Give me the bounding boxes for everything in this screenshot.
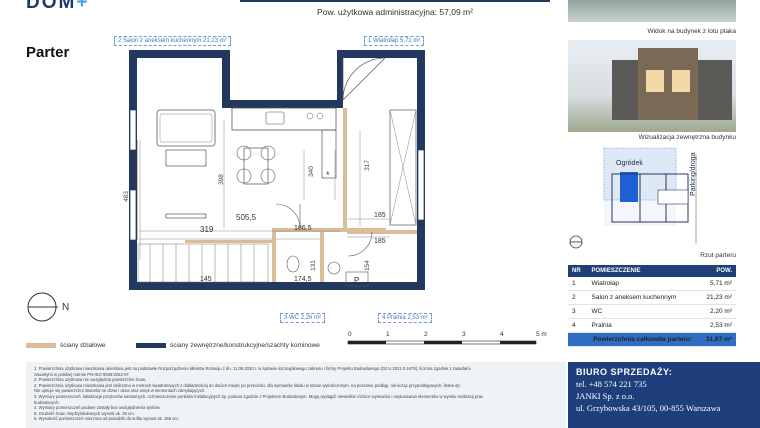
rooms-header-nr: NR bbox=[568, 265, 588, 277]
room-area: 21,23 m² bbox=[696, 290, 736, 305]
table-row: 3 WC 2,20 m² bbox=[568, 304, 736, 319]
room-name: WC bbox=[587, 304, 697, 319]
external-visualization-caption: Wizualizacja zewnętrzna budynku bbox=[638, 134, 736, 141]
legend-external-label: ściany zewnętrzne/konstrukcyjne/szachty … bbox=[170, 342, 320, 349]
birds-eye-caption: Widok na budynek z lotu ptaka bbox=[647, 28, 736, 35]
legend-swatch-external bbox=[136, 343, 166, 348]
sales-phone: tel. +48 574 221 735 bbox=[576, 379, 647, 389]
sales-office-panel: BIURO SPRZEDAŻY: tel. +48 574 221 735 JA… bbox=[568, 362, 760, 428]
scale-tick-2: 2 bbox=[424, 331, 428, 338]
room-label-wiatrolap: 1 Wiatrołap 5,71 m² bbox=[364, 36, 425, 46]
scale-tick-4: 4 bbox=[500, 331, 504, 338]
sales-title: BIURO SPRZEDAŻY: bbox=[576, 367, 673, 377]
sales-company: JANKI Sp. z o.o. bbox=[576, 391, 635, 401]
scale-tick-3: 3 bbox=[462, 331, 466, 338]
note-line: 6. Wysokość pomieszczeń mierzona od posa… bbox=[34, 416, 179, 422]
room-name: Wiatrołap bbox=[587, 277, 697, 291]
dimension-131: 131 bbox=[309, 260, 317, 271]
room-label-salon: 2 Salon z aneksem kuchennym 21,23 m² bbox=[114, 36, 231, 46]
dimension-174-5: 174,5 bbox=[294, 276, 312, 283]
dimension-154: 154 bbox=[363, 260, 371, 271]
sales-address: ul. Grzybowska 43/105, 00-855 Warszawa bbox=[576, 403, 721, 413]
rooms-header-name: POMIESZCZENIE bbox=[587, 265, 697, 277]
dimension-398: 398 bbox=[217, 174, 225, 185]
room-name: Pralnia bbox=[587, 318, 697, 333]
external-visualization-image bbox=[568, 40, 736, 132]
rooms-table: NR POMIESZCZENIE POW. 1 Wiatrołap 5,71 m… bbox=[568, 265, 736, 347]
dimension-317: 317 bbox=[363, 160, 371, 171]
north-arrow-icon: N bbox=[27, 292, 69, 322]
room-nr: 1 bbox=[568, 277, 588, 291]
table-row: 1 Wiatrołap 5,71 m² bbox=[568, 277, 736, 291]
room-label-wc: 3 WC 2,26 m² bbox=[280, 313, 326, 323]
room-name: Salon z aneksem kuchennym bbox=[587, 290, 697, 305]
scale-tick-5: 5 m bbox=[536, 331, 547, 338]
site-plan bbox=[569, 147, 697, 249]
notes-panel: 1. Powierzchnia użytkowa mieszkania okre… bbox=[26, 362, 566, 428]
room-label-pralnia: 4 Pralnia 2,53 m² bbox=[378, 313, 432, 323]
dimension-186-5: 186,5 bbox=[294, 225, 312, 232]
dimension-185-b: 185 bbox=[374, 238, 386, 245]
total-value: 31,67 m² bbox=[696, 332, 736, 347]
note-line: 3. Wymiary pomieszczeń, lokalizacje przy… bbox=[34, 393, 484, 399]
room-nr: 3 bbox=[568, 304, 588, 319]
dimension-505-5: 505,5 bbox=[236, 213, 257, 222]
table-row: 4 Pralnia 2,53 m² bbox=[568, 318, 736, 333]
scale-tick-1: 1 bbox=[386, 331, 390, 338]
dimension-319: 319 bbox=[200, 225, 214, 234]
dimension-145: 145 bbox=[200, 276, 212, 283]
room-nr: 4 bbox=[568, 318, 588, 333]
rooms-header-area: POW. bbox=[696, 265, 736, 277]
table-row: 2 Salon z aneksem kuchennym 21,23 m² bbox=[568, 290, 736, 305]
total-row: Powierzchnia całkowita parteru: 31,67 m² bbox=[568, 332, 736, 347]
p-mark: P bbox=[354, 276, 360, 285]
room-area: 5,71 m² bbox=[696, 277, 736, 291]
legend-partition-label: ściany działowe bbox=[60, 342, 106, 349]
legend-swatch-partition bbox=[26, 343, 56, 348]
asterisk-mark: * bbox=[326, 170, 330, 180]
room-nr: 2 bbox=[568, 290, 588, 305]
dimension-185-a: 185 bbox=[374, 212, 386, 219]
site-garden-label: Ogródek bbox=[616, 160, 643, 167]
floor-plan-caption: Rzut parteru bbox=[700, 252, 736, 259]
dimension-483: 483 bbox=[122, 191, 130, 202]
site-parking-label: Parking/droga bbox=[690, 152, 697, 196]
birds-eye-image bbox=[568, 0, 736, 22]
svg-text:N: N bbox=[62, 302, 69, 313]
total-label: Powierzchnia całkowita parteru: bbox=[568, 332, 697, 347]
room-area: 2,20 m² bbox=[696, 304, 736, 319]
scale-tick-0: 0 bbox=[348, 331, 352, 338]
room-area: 2,53 m² bbox=[696, 318, 736, 333]
scale-bar bbox=[347, 340, 537, 345]
dimension-340: 340 bbox=[307, 166, 315, 177]
